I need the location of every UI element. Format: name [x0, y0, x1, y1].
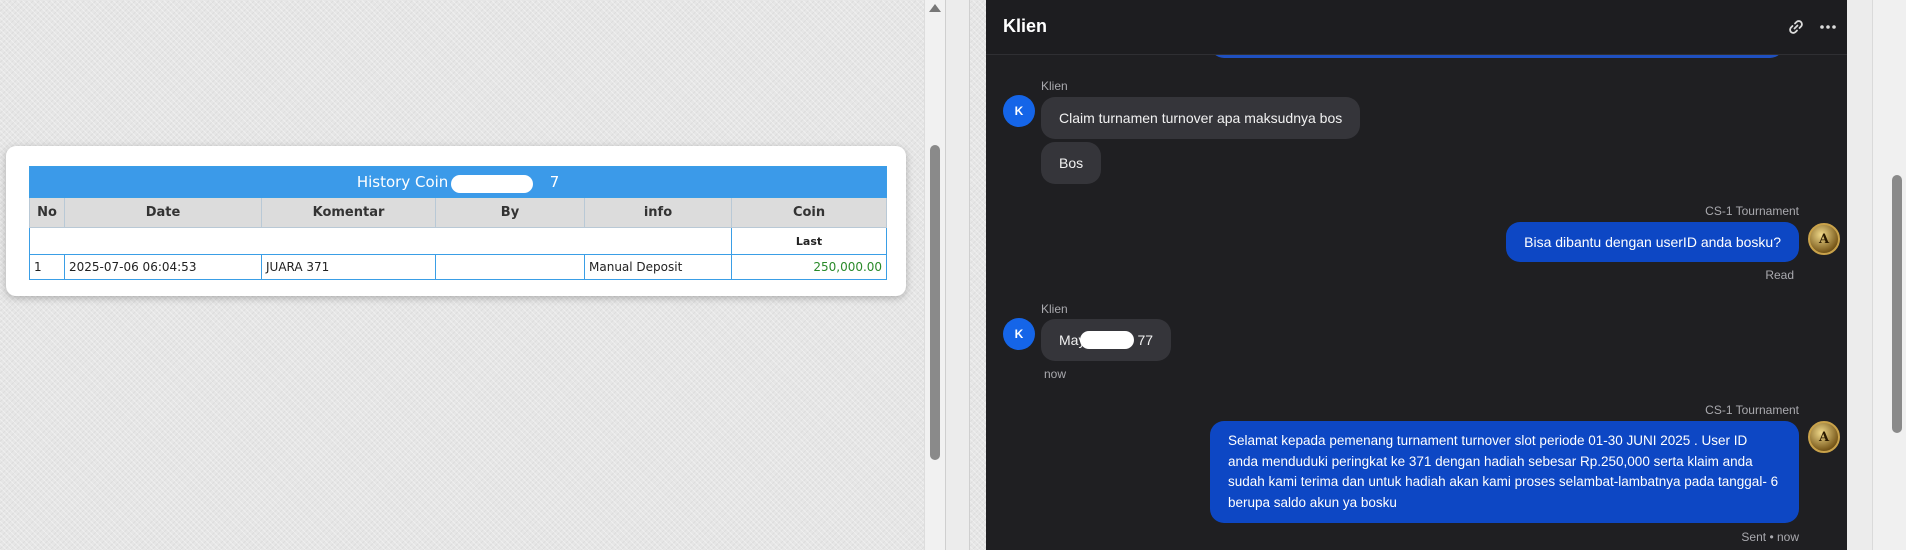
outgoing-message[interactable]: Bisa dibantu dengan userID anda bosku?: [1506, 222, 1799, 262]
link-icon[interactable]: [1786, 17, 1806, 37]
cell-no: 1: [29, 254, 65, 280]
more-icon[interactable]: [1818, 17, 1838, 37]
history-pane: History Coin m7 No Date Komentar By info…: [0, 0, 945, 550]
redaction-mark: [1080, 331, 1134, 349]
message-text: Bisa dibantu dengan userID anda bosku?: [1524, 234, 1781, 250]
agent-avatar: A: [1808, 223, 1840, 255]
message-status: Read: [1765, 268, 1794, 282]
chat-panel: Klien Klien K Claim turnamen turnover ap…: [986, 0, 1847, 550]
message-sender: Klien: [1041, 302, 1068, 316]
history-subheader-row: Last: [29, 227, 888, 255]
history-title: History Coin m7: [28, 166, 888, 198]
incoming-message[interactable]: Bos: [1041, 142, 1102, 184]
left-scrollbar-thumb[interactable]: [930, 145, 940, 460]
message-sender: Klien: [1041, 79, 1068, 93]
outgoing-message[interactable]: Selamat kepada pemenang turnament turnov…: [1210, 421, 1799, 523]
incoming-message[interactable]: Claim turnamen turnover apa maksudnya bo…: [1041, 97, 1361, 139]
history-header-row: No Date Komentar By info Coin: [29, 197, 888, 228]
col-by: By: [435, 197, 585, 228]
col-date: Date: [64, 197, 262, 228]
agent-avatar: A: [1808, 421, 1840, 453]
message-sender: CS-1 Tournament: [1705, 403, 1799, 417]
message-status: Sent • now: [1741, 530, 1799, 544]
history-title-suffix: 7: [549, 173, 560, 191]
redaction-mark: [436, 257, 558, 279]
coin-subheader-last: Last: [730, 227, 888, 255]
cell-date: 2025-07-06 06:04:53: [64, 254, 262, 280]
message-text: Bos: [1059, 155, 1084, 171]
message-text: Claim turnamen turnover apa maksudnya bo…: [1059, 110, 1343, 126]
left-scrollbar[interactable]: [924, 0, 945, 550]
client-avatar: K: [1003, 318, 1035, 350]
chat-title: Klien: [1003, 16, 1048, 36]
message-text-suffix: 77: [1137, 332, 1154, 348]
pane-divider[interactable]: [945, 0, 970, 550]
chat-header: Klien: [986, 0, 1847, 55]
message-sender: CS-1 Tournament: [1705, 204, 1799, 218]
table-row: 1 2025-07-06 06:04:53 JUARA 371 Manual D…: [29, 254, 888, 280]
chat-scrollbar[interactable]: [1872, 0, 1906, 550]
col-no: No: [29, 197, 65, 228]
cell-coin: 250,000.00: [730, 254, 888, 280]
cell-by: [435, 254, 585, 280]
scroll-up-arrow-icon[interactable]: [929, 4, 941, 12]
redaction-mark: [450, 175, 533, 193]
col-komentar: Komentar: [261, 197, 436, 228]
chat-scrollbar-thumb[interactable]: [1892, 175, 1902, 433]
cell-komentar: JUARA 371: [261, 254, 436, 280]
col-coin: Coin: [730, 197, 888, 228]
history-coin-table: History Coin m7 No Date Komentar By info…: [28, 166, 888, 280]
history-card: History Coin m7 No Date Komentar By info…: [6, 146, 906, 296]
message-time: now: [1044, 367, 1067, 381]
message-text: Selamat kepada pemenang turnament turnov…: [1228, 433, 1779, 510]
client-avatar: K: [1003, 95, 1035, 127]
chat-gutter: [1847, 0, 1872, 550]
col-info: info: [584, 197, 732, 228]
cell-info: Manual Deposit: [584, 254, 732, 280]
